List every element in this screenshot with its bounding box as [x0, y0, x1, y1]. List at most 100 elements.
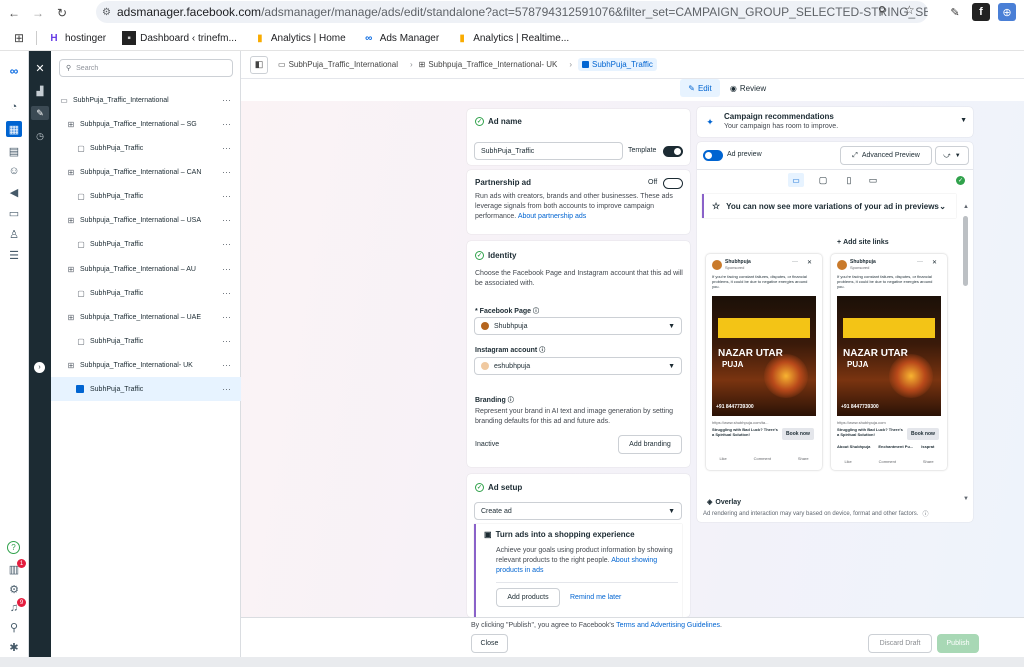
- people-icon[interactable]: ♙: [6, 226, 22, 242]
- book-now-button[interactable]: Book now: [907, 428, 939, 440]
- breadcrumb-ad[interactable]: SubhPuja_Traffic: [577, 58, 657, 71]
- site-link[interactable]: Enchantment Pu...: [878, 444, 913, 449]
- preview-scrollbar[interactable]: ▲ ▼: [963, 204, 969, 506]
- tree-row-ad[interactable]: ▢ SubhPuja_Traffic ···: [51, 232, 241, 256]
- more-options-icon[interactable]: ···: [792, 259, 798, 265]
- tree-row-ad[interactable]: ▢ SubhPuja_Traffic ···: [51, 329, 241, 353]
- billing-card-icon[interactable]: ▭: [6, 205, 22, 221]
- close-icon[interactable]: ✕: [932, 259, 937, 266]
- tree-row-adset[interactable]: ⊞ Subhpuja_Traffice_International – USA ··…: [51, 208, 241, 232]
- help-icon[interactable]: ?: [7, 541, 20, 554]
- breadcrumb-adset[interactable]: ⊞ Subhpuja_Traffice_International- UK: [419, 60, 558, 69]
- tree-row-ad[interactable]: ▢ SubhPuja_Traffic ···: [51, 281, 241, 305]
- dashboard-gauge-icon[interactable]: ◔: [6, 99, 22, 115]
- bookmark-star-icon[interactable]: ☆: [904, 3, 915, 17]
- comment-action[interactable]: Comment: [879, 459, 896, 464]
- bookmark-hostinger[interactable]: Hhostinger: [47, 31, 106, 45]
- collapse-arrow-icon[interactable]: ›: [34, 362, 45, 373]
- site-link[interactable]: Issprat: [921, 444, 934, 449]
- bookmark-analytics-home[interactable]: ▮ Analytics | Home: [253, 31, 346, 45]
- square-view-icon[interactable]: ▢: [815, 173, 831, 187]
- history-clock-icon[interactable]: ◷: [33, 129, 47, 143]
- more-options-icon[interactable]: ···: [222, 95, 231, 105]
- zoom-icon[interactable]: ⚲: [878, 4, 886, 17]
- add-branding-button[interactable]: Add branding: [618, 435, 682, 454]
- bookmark-dashboard[interactable]: ▪ Dashboard ‹ trinefm...: [122, 31, 237, 45]
- more-options-icon[interactable]: ···: [222, 119, 231, 129]
- tree-row-ad-selected[interactable]: SubhPuja_Traffic ···: [51, 377, 241, 401]
- more-options-icon[interactable]: ···: [222, 312, 231, 322]
- tree-row-adset[interactable]: ⊞ Subhpuja_Traffice_International – SG ···: [51, 112, 241, 136]
- more-options-icon[interactable]: ···: [222, 239, 231, 249]
- tab-edit[interactable]: ✎ Edit: [680, 79, 720, 97]
- more-options-icon[interactable]: ···: [222, 336, 231, 346]
- more-options-icon[interactable]: ···: [222, 143, 231, 153]
- publish-button[interactable]: Publish: [937, 634, 979, 653]
- site-info-icon[interactable]: ⚙: [102, 7, 111, 18]
- instagram-account-select[interactable]: eshubhpuja ▼: [474, 357, 682, 375]
- tree-row-adset[interactable]: ⊞ Subhpuja_Traffice_International – AU ···: [51, 257, 241, 281]
- tree-row-adset[interactable]: ⊞ Subhpuja_Traffice_International- UK ···: [51, 353, 241, 377]
- settings-gear-icon[interactable]: ⚙: [6, 581, 22, 597]
- variations-banner[interactable]: ☆ You can now see more variations of your…: [702, 194, 956, 218]
- breadcrumb-campaign[interactable]: ▭ SubhPuja_Traffic_International: [278, 60, 398, 69]
- share-action[interactable]: Share: [798, 456, 809, 461]
- chart-icon[interactable]: ▟: [33, 84, 47, 98]
- comment-action[interactable]: Comment: [754, 456, 771, 461]
- template-toggle[interactable]: [663, 146, 683, 157]
- tree-search-input[interactable]: ⚲ Search: [59, 59, 233, 77]
- facebook-page-select[interactable]: Shubhpuja ▼: [474, 317, 682, 335]
- bookmark-ads-manager[interactable]: ∞ Ads Manager: [362, 31, 439, 45]
- more-options-icon[interactable]: ···: [222, 191, 231, 201]
- meta-logo-icon[interactable]: ∞: [6, 63, 22, 79]
- reports-icon[interactable]: ▤: [6, 143, 22, 159]
- more-options-icon[interactable]: ···: [917, 259, 923, 265]
- back-icon[interactable]: ←: [4, 3, 24, 23]
- campaign-recommendations-card[interactable]: ✦ Campaign recommendations Your campaign…: [697, 107, 973, 137]
- mobile-view-icon[interactable]: ▯: [841, 173, 857, 187]
- tab-review[interactable]: ◉ Review: [726, 79, 770, 97]
- share-preview-button[interactable]: ⤻ ▼: [935, 146, 969, 165]
- tree-row-ad[interactable]: ▢ SubhPuja_Traffic ···: [51, 184, 241, 208]
- campaign-megaphone-icon[interactable]: ◀: [6, 184, 22, 200]
- like-action[interactable]: Like: [719, 456, 726, 461]
- terms-link[interactable]: Terms and Advertising Guidelines: [616, 622, 720, 629]
- more-options-icon[interactable]: ···: [222, 384, 231, 394]
- forward-icon[interactable]: →: [28, 3, 48, 23]
- close-icon[interactable]: ✕: [33, 61, 47, 75]
- bug-icon[interactable]: ✱: [6, 639, 22, 655]
- bookmark-analytics-realtime[interactable]: ▮ Analytics | Realtime...: [455, 31, 569, 45]
- book-now-button[interactable]: Book now: [782, 428, 814, 440]
- edit-pencil-icon[interactable]: ✎: [31, 106, 49, 120]
- tree-row-campaign[interactable]: ▭ SubhPuja_Traffic_International ···: [51, 88, 241, 112]
- audiences-icon[interactable]: ☺: [6, 163, 22, 179]
- remind-me-later-link[interactable]: Remind me later: [570, 594, 621, 601]
- site-link[interactable]: About Shubhpuja: [837, 444, 870, 449]
- more-options-icon[interactable]: ···: [222, 264, 231, 274]
- ad-setup-select[interactable]: Create ad ▼: [474, 502, 682, 520]
- close-icon[interactable]: ✕: [807, 259, 812, 266]
- ad-preview-card-1[interactable]: Shubhpuja Sponsored ··· ✕ If you're faci…: [706, 254, 822, 470]
- apps-grid-icon[interactable]: ⊞: [12, 31, 26, 45]
- more-options-icon[interactable]: ···: [222, 215, 231, 225]
- eyedropper-extension-icon[interactable]: ✎: [946, 3, 964, 21]
- share-action[interactable]: Share: [923, 459, 934, 464]
- more-options-icon[interactable]: ···: [222, 288, 231, 298]
- tree-row-ad[interactable]: ▢ SubhPuja_Traffic ···: [51, 136, 241, 160]
- discard-draft-button[interactable]: Discard Draft: [868, 634, 932, 653]
- more-options-icon[interactable]: ···: [222, 167, 231, 177]
- menu-icon[interactable]: ☰: [6, 247, 22, 263]
- like-action[interactable]: Like: [844, 459, 851, 464]
- reload-icon[interactable]: ↻: [52, 3, 72, 23]
- ad-preview-card-2[interactable]: Shubhpuja Sponsored ··· ✕ If you're faci…: [831, 254, 947, 470]
- desktop-view-icon[interactable]: ▭: [788, 173, 804, 187]
- more-options-icon[interactable]: ···: [222, 360, 231, 370]
- close-button[interactable]: Close: [471, 634, 508, 653]
- profile-extension-icon[interactable]: ⊕: [998, 3, 1016, 21]
- sidebar-toggle-icon[interactable]: ◧: [250, 55, 268, 74]
- advanced-preview-button[interactable]: ⤢ Advanced Preview: [840, 146, 932, 165]
- fonts-extension-icon[interactable]: f: [972, 3, 990, 21]
- add-products-button[interactable]: Add products: [496, 588, 560, 607]
- wide-view-icon[interactable]: ▭: [865, 173, 881, 187]
- ad-preview-toggle[interactable]: [703, 150, 723, 161]
